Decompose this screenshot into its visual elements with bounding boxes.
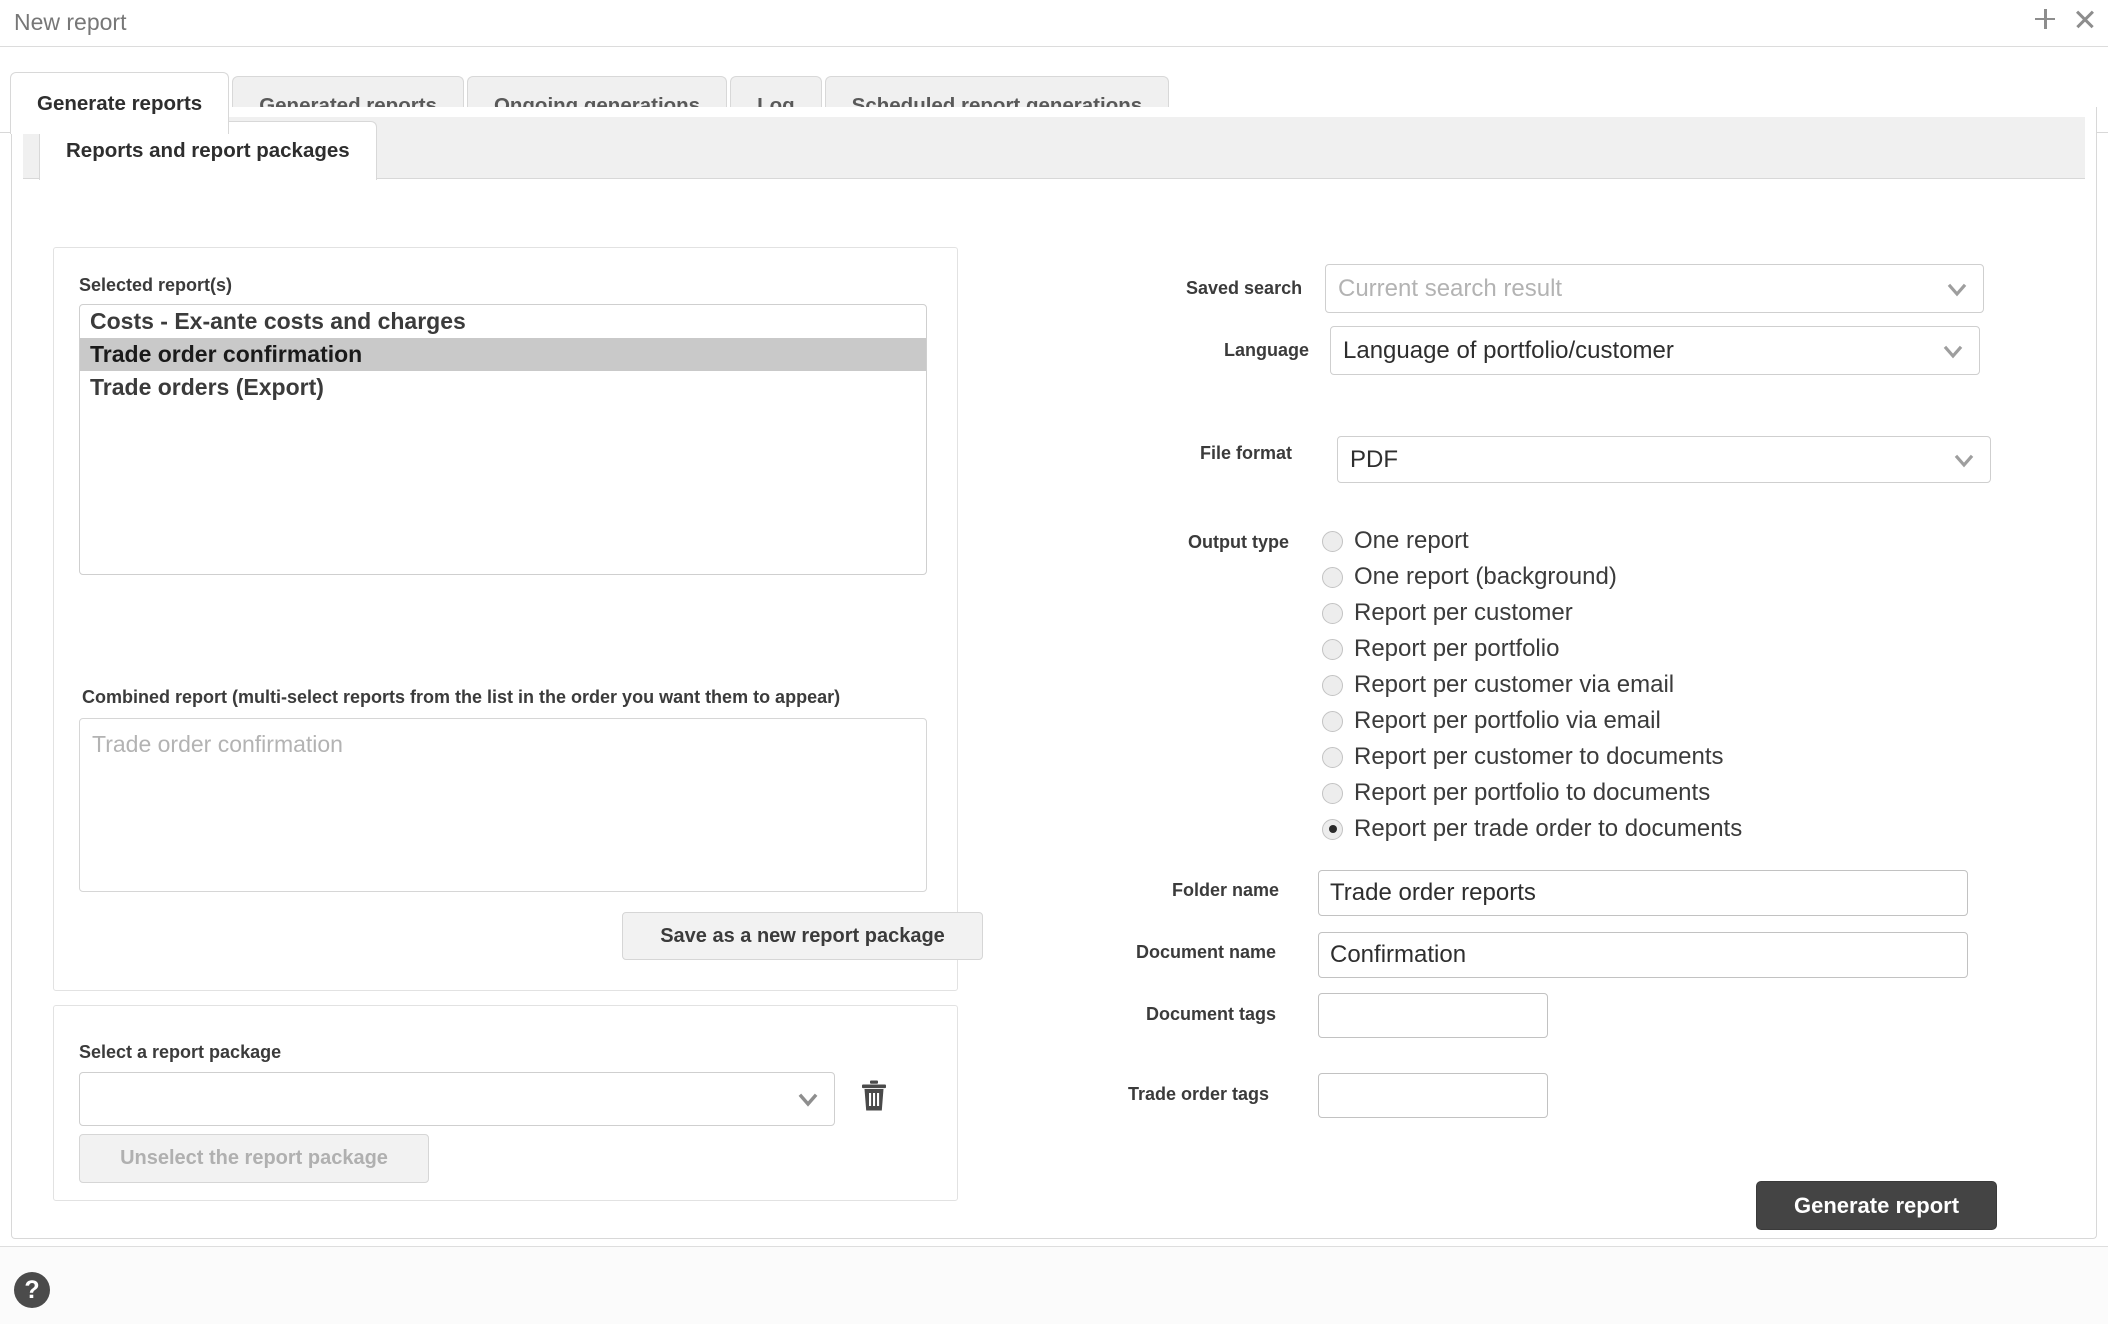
file-format-select[interactable]: PDF	[1337, 436, 1991, 483]
trade-order-tags-label: Trade order tags	[1128, 1084, 1270, 1104]
radio-icon[interactable]	[1322, 638, 1343, 660]
radio-icon[interactable]	[1322, 782, 1343, 804]
select-report-package-label: Select a report package	[79, 1042, 282, 1062]
chevron-down-icon	[1954, 451, 1974, 471]
radio-icon[interactable]	[1322, 602, 1343, 624]
radio-one-report[interactable]: One report	[1322, 527, 1469, 555]
file-format-label: File format	[1200, 443, 1293, 463]
output-type-label: Output type	[1188, 532, 1289, 552]
radio-report-per-portfolio-via-email[interactable]: Report per portfolio via email	[1322, 707, 1661, 735]
radio-report-per-portfolio-to-documents[interactable]: Report per portfolio to documents	[1322, 779, 1710, 807]
radio-report-per-trade-order-to-documents[interactable]: Report per trade order to documents	[1322, 815, 1742, 843]
radio-label: One report (background)	[1354, 563, 1617, 590]
radio-report-per-customer[interactable]: Report per customer	[1322, 599, 1573, 627]
radio-label: Report per portfolio to documents	[1354, 779, 1711, 806]
radio-icon[interactable]	[1322, 674, 1343, 696]
list-item[interactable]: Costs - Ex-ante costs and charges	[80, 305, 926, 338]
radio-one-report-background[interactable]: One report (background)	[1322, 563, 1617, 591]
footer-bar: ?	[0, 1246, 2108, 1324]
reports-card: Selected report(s) Costs - Ex-ante costs…	[53, 247, 983, 991]
combined-report-textarea[interactable]: Trade order confirmation	[79, 718, 927, 892]
radio-label: Report per portfolio via email	[1354, 707, 1661, 734]
list-item[interactable]: Trade order confirmation	[80, 338, 926, 371]
radio-label: Report per customer	[1354, 599, 1573, 626]
radio-icon[interactable]	[1322, 710, 1343, 732]
generate-report-button[interactable]: Generate report	[1756, 1181, 1997, 1230]
inner-tabstrip: Reports and report packages	[23, 117, 2085, 180]
radio-icon[interactable]	[1322, 566, 1343, 588]
chevron-down-icon	[798, 1090, 818, 1110]
help-icon[interactable]: ?	[14, 1272, 50, 1308]
delete-report-package-button[interactable]	[854, 1074, 894, 1118]
radio-icon[interactable]	[1322, 746, 1343, 768]
saved-search-select[interactable]: Current search result	[1325, 264, 1984, 313]
list-item[interactable]: Trade orders (Export)	[80, 371, 926, 404]
radio-report-per-customer-via-email[interactable]: Report per customer via email	[1322, 671, 1674, 699]
document-name-label: Document name	[1136, 942, 1277, 962]
add-icon[interactable]	[2032, 6, 2058, 32]
language-select[interactable]: Language of portfolio/customer	[1330, 326, 1980, 375]
folder-name-input[interactable]: Trade order reports	[1318, 870, 1968, 916]
radio-report-per-portfolio[interactable]: Report per portfolio	[1322, 635, 1559, 663]
radio-label: Report per portfolio	[1354, 635, 1560, 662]
report-package-card: Select a report package Unselect the rep…	[53, 1005, 958, 1201]
radio-icon[interactable]	[1322, 818, 1343, 840]
radio-label: Report per customer to documents	[1354, 743, 1724, 770]
chevron-down-icon	[1947, 280, 1967, 300]
trash-icon	[862, 1080, 886, 1111]
document-tags-input[interactable]	[1318, 993, 1548, 1038]
saved-search-label: Saved search	[1186, 278, 1303, 298]
document-tags-label: Document tags	[1146, 1004, 1277, 1024]
selected-reports-listbox[interactable]: Costs - Ex-ante costs and charges Trade …	[79, 304, 927, 575]
selected-reports-label: Selected report(s)	[79, 275, 233, 295]
combined-report-label: Combined report (multi-select reports fr…	[82, 687, 841, 707]
radio-report-per-customer-to-documents[interactable]: Report per customer to documents	[1322, 743, 1724, 771]
close-icon[interactable]	[2072, 6, 2098, 32]
report-package-select[interactable]	[79, 1072, 835, 1126]
language-label: Language	[1224, 340, 1310, 360]
folder-name-label: Folder name	[1172, 880, 1280, 900]
radio-label: Report per trade order to documents	[1354, 815, 1743, 842]
save-as-new-report-package-button[interactable]: Save as a new report package	[622, 912, 983, 960]
titlebar-actions	[2032, 6, 2098, 32]
window-titlebar: New report	[0, 0, 2108, 47]
tab-generate-reports[interactable]: Generate reports	[10, 72, 230, 134]
unselect-report-package-button[interactable]: Unselect the report package	[79, 1134, 429, 1183]
chevron-down-icon	[1943, 342, 1963, 362]
radio-label: Report per customer via email	[1354, 671, 1675, 698]
radio-icon[interactable]	[1322, 530, 1343, 552]
radio-label: One report	[1354, 527, 1469, 554]
page-title: New report	[14, 9, 127, 35]
document-name-input[interactable]: Confirmation	[1318, 932, 1968, 978]
trade-order-tags-input[interactable]	[1318, 1073, 1548, 1118]
